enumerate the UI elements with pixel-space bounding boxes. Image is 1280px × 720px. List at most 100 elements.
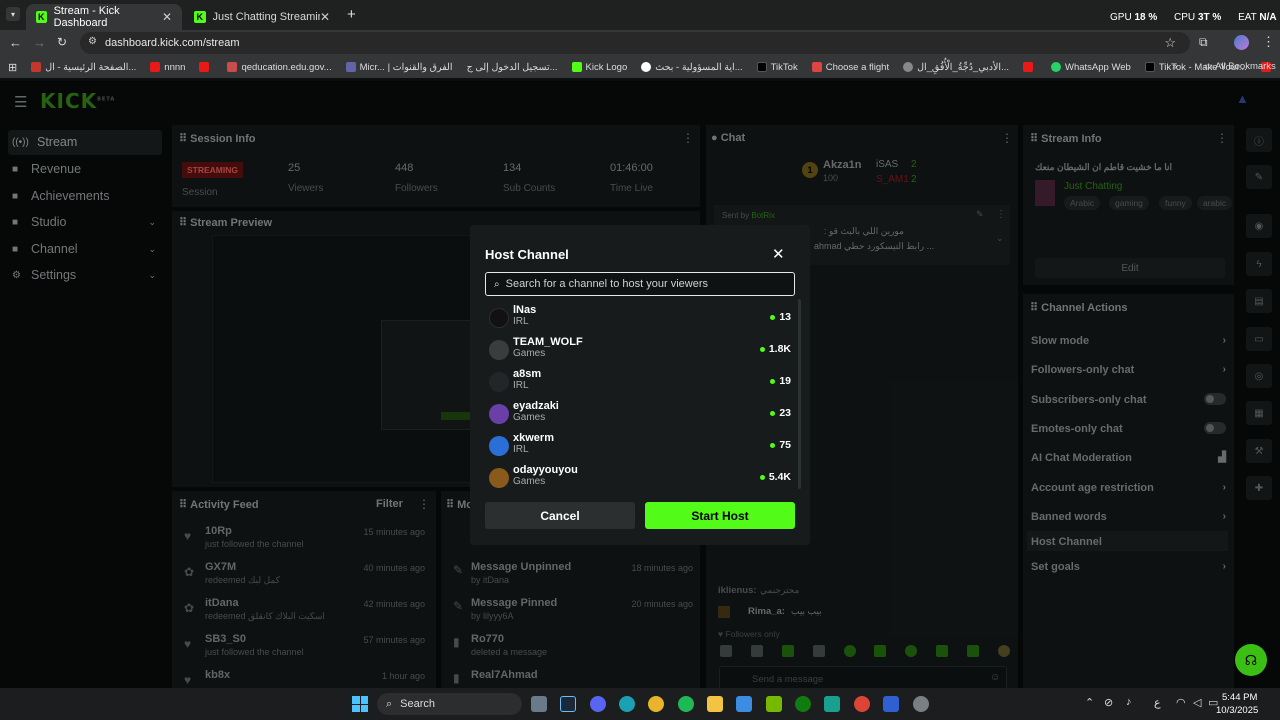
viewer-count: 1.8K bbox=[759, 343, 791, 355]
viewer-count-value: 13 bbox=[779, 311, 791, 323]
tab-list-chevron-icon[interactable]: ▾ bbox=[6, 7, 20, 21]
chrome-active-icon[interactable] bbox=[854, 696, 870, 712]
teams-icon bbox=[345, 62, 356, 72]
bookmark-label: تسجيل الدخول إلى ج... bbox=[466, 61, 558, 73]
channel-list-scrollbar[interactable] bbox=[798, 299, 801, 489]
nvidia-icon[interactable] bbox=[766, 696, 782, 712]
viewer-count: 23 bbox=[770, 407, 791, 419]
bookmark-item[interactable] bbox=[1022, 62, 1037, 72]
bookmark-item[interactable]: اية المسؤولية - بحث... bbox=[641, 61, 743, 73]
channel-row[interactable]: odayyouyou Games 5.4K bbox=[486, 463, 792, 493]
close-tab-icon[interactable]: ✕ bbox=[162, 10, 172, 24]
channel-row[interactable]: eyadzaki Games 23 bbox=[486, 399, 792, 429]
close-icon[interactable]: ✕ bbox=[772, 245, 785, 263]
tab-kick-dashboard[interactable]: K Stream - Kick Dashboard ✕ bbox=[26, 4, 182, 30]
close-tab-icon[interactable]: ✕ bbox=[320, 10, 330, 24]
chrome-icon[interactable] bbox=[648, 696, 664, 712]
browser-menu-icon[interactable]: ⋮ bbox=[1262, 34, 1275, 50]
all-bookmarks[interactable]: ▭ All Bookmarks bbox=[1204, 61, 1276, 72]
flight-icon bbox=[811, 62, 822, 72]
xbox-icon[interactable] bbox=[795, 696, 811, 712]
app-icon[interactable] bbox=[883, 696, 899, 712]
language-indicator[interactable]: ع bbox=[1154, 696, 1161, 709]
bookmark-item[interactable]: Micr... | الفرق والقنوات bbox=[345, 61, 453, 73]
channel-name: odayyouyou bbox=[513, 464, 578, 476]
edge-icon[interactable] bbox=[619, 696, 635, 712]
live-dot-icon bbox=[759, 346, 765, 352]
bookmark-item[interactable]: TikTok bbox=[756, 62, 798, 73]
start-host-button[interactable]: Start Host bbox=[645, 502, 795, 529]
bookmark-item[interactable]: الصفحة الرئيسية - ال... bbox=[31, 62, 136, 73]
bookmark-item[interactable]: nnnn bbox=[150, 62, 185, 73]
bookmark-label: الأدبي_دُجِّةُ_الْأُفُقِ_ال... bbox=[917, 61, 1009, 73]
camera-app-icon[interactable] bbox=[531, 696, 547, 712]
globe-icon bbox=[903, 62, 914, 72]
reload-icon[interactable]: ↻ bbox=[57, 35, 67, 49]
channel-search[interactable]: ⌕ bbox=[485, 272, 795, 296]
back-icon[interactable]: ← bbox=[9, 35, 22, 50]
channel-row[interactable]: a8sm IRL 19 bbox=[486, 367, 792, 397]
url-field[interactable]: ⚙ dashboard.kick.com/stream ☆ bbox=[80, 32, 1190, 54]
bookmark-label: Choose a flight bbox=[825, 61, 890, 73]
clock-date[interactable]: 10/3/2025 bbox=[1216, 705, 1258, 716]
bookmark-item[interactable]: qeducation.edu.gov... bbox=[227, 62, 332, 73]
tray-overflow-icon[interactable]: ⌃ bbox=[1085, 696, 1094, 709]
channel-row[interactable]: xkwerm IRL 75 bbox=[486, 431, 792, 461]
live-dot-icon bbox=[770, 442, 776, 448]
forward-icon[interactable]: → bbox=[33, 35, 46, 50]
wifi-icon[interactable]: ◠ bbox=[1176, 696, 1186, 709]
clock-time[interactable]: 5:44 PM bbox=[1222, 692, 1257, 703]
profile-avatar[interactable] bbox=[1234, 35, 1249, 50]
extensions-icon[interactable]: ⧉ bbox=[1199, 35, 1208, 50]
tab-just-chatting[interactable]: K Just Chatting Streaming - Live ✕ bbox=[184, 4, 340, 30]
channel-name: xkwerm bbox=[513, 432, 554, 444]
taskbar-search[interactable]: ⌕ Search bbox=[377, 693, 522, 715]
discord-icon[interactable] bbox=[590, 696, 606, 712]
bookmark-star-icon[interactable]: ☆ bbox=[1164, 35, 1176, 51]
channel-category: IRL bbox=[513, 316, 529, 327]
bookmarks-overflow-icon[interactable]: » bbox=[1172, 61, 1177, 72]
channel-search-input[interactable] bbox=[505, 278, 786, 290]
bookmark-item[interactable]: تسجيل الدخول إلى ج... bbox=[467, 62, 558, 73]
browser-tab-bar: ▾ K Stream - Kick Dashboard ✕ K Just Cha… bbox=[0, 0, 1280, 30]
address-bar-row: ← → ↻ ⚙ dashboard.kick.com/stream ☆ ⧉ ⋮ bbox=[0, 30, 1280, 56]
channel-avatar bbox=[489, 340, 509, 360]
microphone-icon[interactable]: ♪ bbox=[1126, 696, 1132, 708]
settings-icon[interactable] bbox=[913, 696, 929, 712]
search-icon: ⌕ bbox=[386, 697, 393, 710]
volume-icon[interactable]: ◁ bbox=[1193, 696, 1201, 709]
bookmark-item[interactable]: Choose a flight bbox=[811, 61, 890, 73]
bookmark-item[interactable] bbox=[199, 62, 213, 72]
viewer-count-value: 75 bbox=[779, 439, 791, 451]
channel-avatar bbox=[489, 468, 509, 488]
channel-avatar bbox=[489, 436, 509, 456]
cpu-value: 3T % bbox=[1197, 12, 1222, 23]
bookmark-label: اية المسؤولية - بحث... bbox=[655, 61, 743, 73]
steam-icon[interactable] bbox=[560, 696, 576, 712]
app-icon[interactable] bbox=[824, 696, 840, 712]
file-explorer-icon[interactable] bbox=[707, 696, 723, 712]
apps-grid-icon[interactable]: ⊞ bbox=[8, 61, 17, 74]
bookmark-item[interactable]: Kick Logo bbox=[571, 62, 627, 73]
site-info-icon[interactable]: ⚙ bbox=[88, 36, 97, 47]
live-dot-icon bbox=[759, 474, 765, 480]
youtube-icon bbox=[199, 62, 210, 72]
bookmark-label: الصفحة الرئيسية - ال... bbox=[45, 61, 137, 73]
cancel-button[interactable]: Cancel bbox=[485, 502, 635, 529]
channel-row[interactable]: lNas IRL 13 bbox=[486, 303, 792, 333]
support-headset-icon[interactable]: ☊ bbox=[1235, 644, 1267, 676]
bookmark-item[interactable]: WhatsApp Web bbox=[1050, 62, 1131, 73]
channel-row[interactable]: TEAM_WOLF Games 1.8K bbox=[486, 335, 792, 365]
network-off-icon[interactable]: ⊘ bbox=[1104, 696, 1113, 709]
store-icon[interactable] bbox=[736, 696, 752, 712]
spotify-icon[interactable] bbox=[678, 696, 694, 712]
windows-start-icon[interactable] bbox=[352, 696, 368, 712]
live-dot-icon bbox=[770, 410, 776, 416]
bookmark-label: Micr... | الفرق والقنوات bbox=[359, 61, 453, 73]
new-tab-icon[interactable]: + bbox=[347, 6, 356, 23]
bookmark-favicon-icon bbox=[31, 62, 42, 72]
all-bookmarks-label: All Bookmarks bbox=[1215, 61, 1276, 72]
kick-favicon-icon bbox=[571, 62, 582, 72]
bookmark-favicon-icon bbox=[227, 62, 238, 72]
bookmark-item[interactable]: الأدبي_دُجِّةُ_الْأُفُقِ_ال... bbox=[903, 62, 1009, 73]
